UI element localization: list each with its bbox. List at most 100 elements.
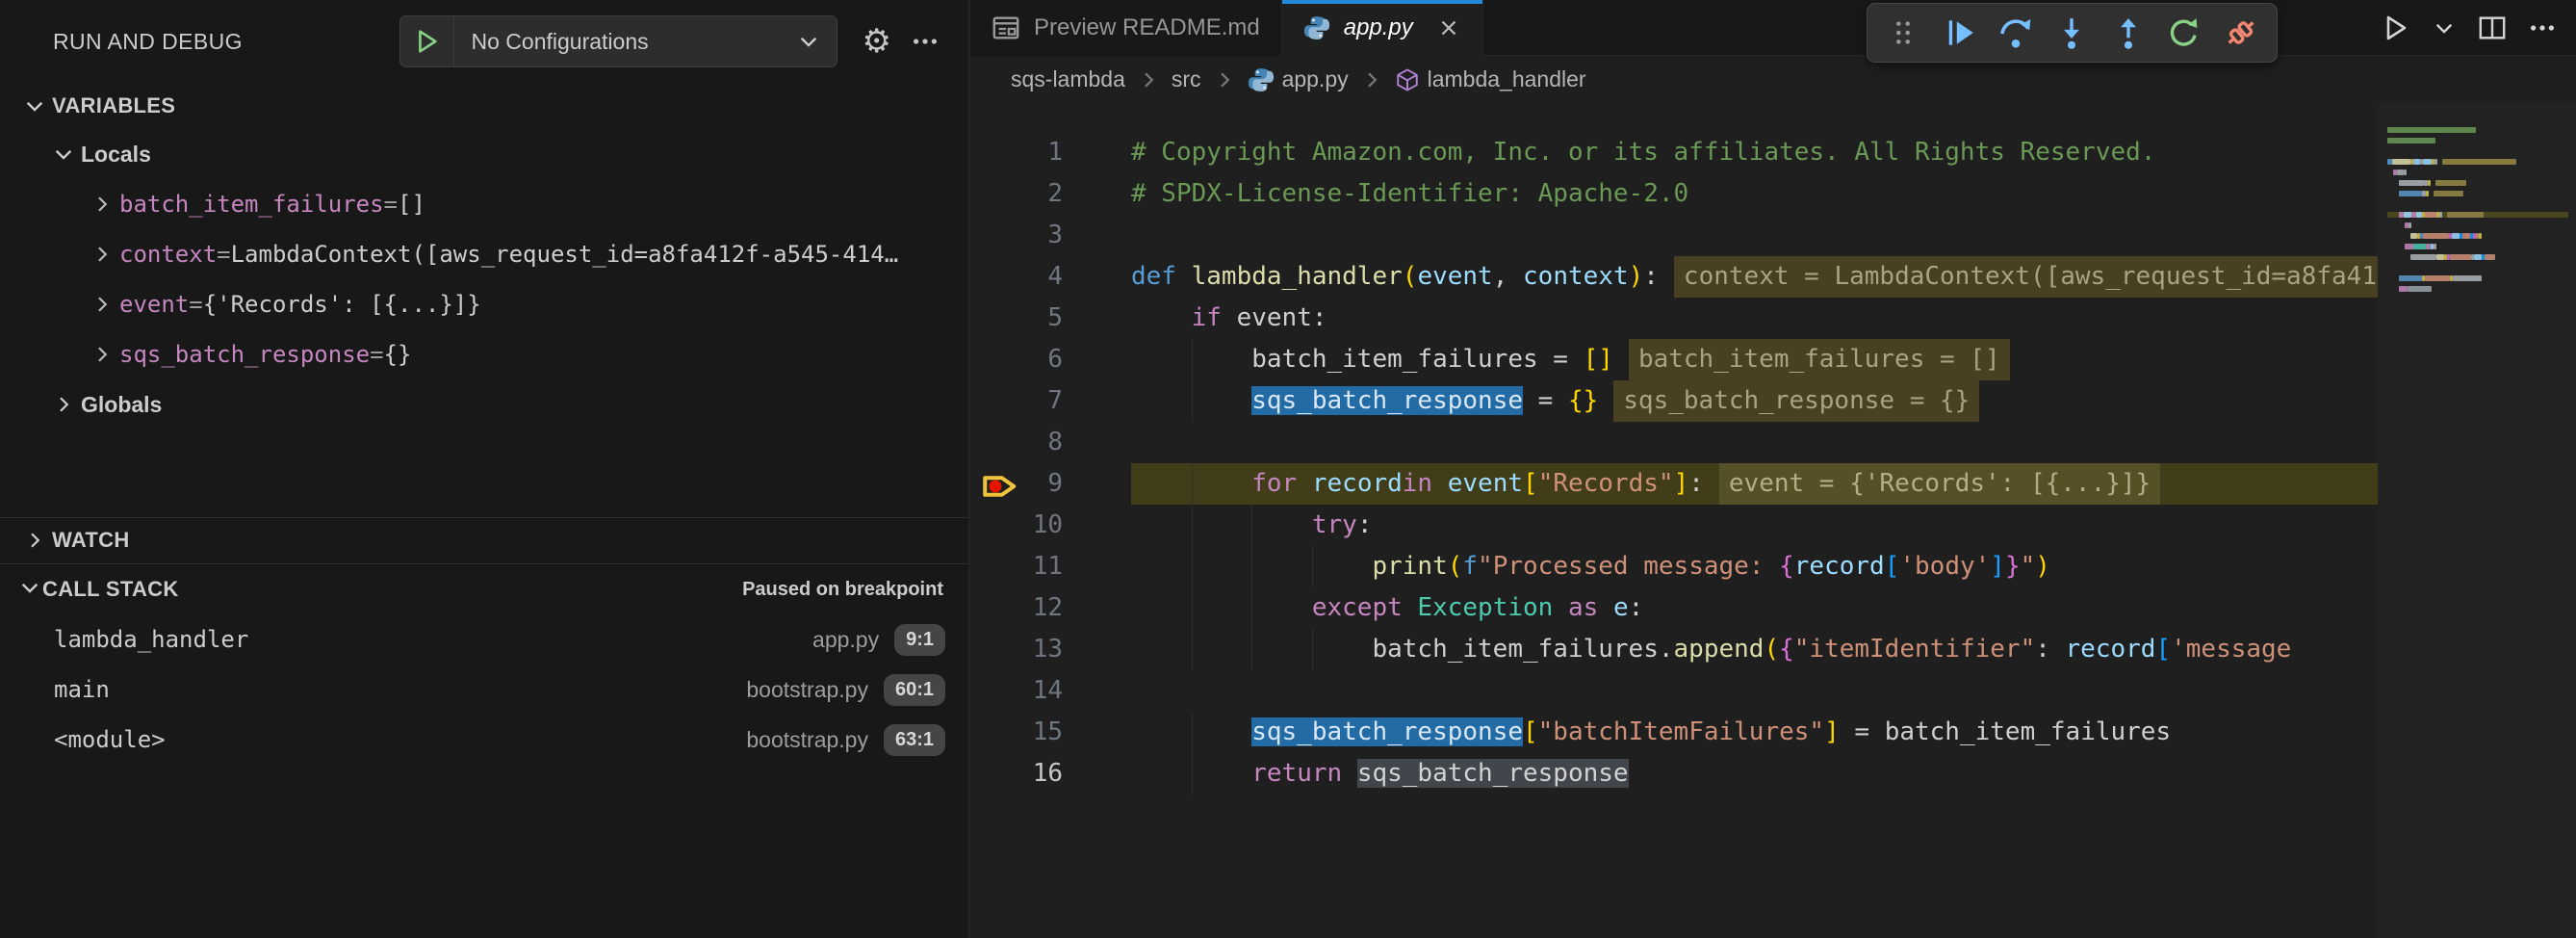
minimap-indent xyxy=(2387,286,2399,292)
split-editor-button[interactable] xyxy=(2472,8,2512,48)
indent-whitespace xyxy=(1131,303,1192,332)
gutter[interactable]: 11 xyxy=(970,546,1131,587)
code-token: event xyxy=(1448,469,1523,498)
code-line-5[interactable]: 5 if event: xyxy=(970,298,2378,339)
gutter[interactable]: 5 xyxy=(970,298,1131,339)
code-line-16[interactable]: 16 return sqs_batch_response xyxy=(970,753,2378,795)
variable-row[interactable]: batch_item_failures = [] xyxy=(0,179,968,229)
close-icon[interactable] xyxy=(1436,15,1461,40)
gutter[interactable]: 10 xyxy=(970,505,1131,546)
code-line-13[interactable]: 13 batch_item_failures.append({"itemIden… xyxy=(970,629,2378,670)
call-stack-frame[interactable]: lambda_handlerapp.py9:1 xyxy=(0,614,968,664)
gutter[interactable]: 14 xyxy=(970,670,1131,712)
gutter[interactable]: 13 xyxy=(970,629,1131,670)
disconnect-button[interactable] xyxy=(2218,10,2264,56)
line-number: 2 xyxy=(970,173,1063,215)
variable-name: event xyxy=(119,291,189,318)
gutter[interactable]: 8 xyxy=(970,422,1131,463)
minimap-token xyxy=(2452,233,2460,239)
drag-handle-button[interactable] xyxy=(1880,10,1926,56)
vscode-window: RUN AND DEBUG No Configurations ⚙ VARIAB… xyxy=(0,0,2576,938)
call-stack-frame[interactable]: <module>bootstrap.py63:1 xyxy=(0,715,968,765)
minimap-line xyxy=(2387,191,2568,196)
code-line-8[interactable]: 8 xyxy=(970,422,2378,463)
globals-group-row[interactable]: Globals xyxy=(0,379,968,430)
code-token: 'message xyxy=(2171,635,2291,664)
minimap-token xyxy=(2434,244,2436,249)
code-editor[interactable]: 1# Copyright Amazon.com, Inc. or its aff… xyxy=(970,102,2378,938)
run-python-file-button[interactable] xyxy=(2374,7,2416,49)
variable-row[interactable]: event = {'Records': [{...}]} xyxy=(0,279,968,329)
code-line-15[interactable]: 15 sqs_batch_response["batchItemFailures… xyxy=(970,712,2378,753)
breadcrumb-item-src[interactable]: src xyxy=(1172,66,1201,92)
code-token: batch_item_failures. xyxy=(1372,635,1673,664)
line-text: sqs_batch_response = {}sqs_batch_respons… xyxy=(1131,380,2378,422)
run-dropdown-button[interactable] xyxy=(2426,10,2462,46)
code-line-14[interactable]: 14 xyxy=(970,670,2378,712)
minimap-token xyxy=(2416,212,2423,218)
locals-label: Locals xyxy=(81,142,151,168)
step-out-button[interactable] xyxy=(2105,10,2151,56)
restart-button[interactable] xyxy=(2161,10,2207,56)
variables-section-header[interactable]: VARIABLES xyxy=(0,83,968,129)
line-text: # SPDX-License-Identifier: Apache-2.0 xyxy=(1131,173,2378,215)
gutter[interactable]: 2 xyxy=(970,173,1131,215)
frame-position-badge: 9:1 xyxy=(894,624,945,656)
code-line-9[interactable]: 9 for recordin event["Records"]:event = … xyxy=(970,463,2378,505)
code-token: def xyxy=(1131,262,1192,291)
breadcrumb-item-app-py[interactable]: app.py xyxy=(1248,66,1349,93)
gear-icon[interactable]: ⚙ xyxy=(863,25,891,58)
watch-section-header[interactable]: WATCH xyxy=(0,518,968,562)
gutter[interactable]: 9 xyxy=(970,463,1131,505)
gutter[interactable]: 16 xyxy=(970,753,1131,795)
debug-configuration-dropdown[interactable]: No Configurations xyxy=(399,15,837,67)
locals-group-row[interactable]: Locals xyxy=(0,129,968,179)
line-number: 16 xyxy=(970,753,1063,795)
indent-whitespace xyxy=(1131,593,1312,622)
minimap-token xyxy=(2413,244,2425,249)
code-line-6[interactable]: 6 batch_item_failures = []batch_item_fai… xyxy=(970,339,2378,380)
breadcrumb-item-lambda-handler[interactable]: lambda_handler xyxy=(1395,66,1586,92)
gutter[interactable]: 6 xyxy=(970,339,1131,380)
minimap[interactable] xyxy=(2378,102,2576,938)
gutter[interactable]: 4 xyxy=(970,256,1131,298)
code-line-7[interactable]: 7 sqs_batch_response = {}sqs_batch_respo… xyxy=(970,380,2378,422)
step-over-button[interactable] xyxy=(1993,10,2039,56)
gutter[interactable]: 3 xyxy=(970,215,1131,256)
start-debug-icon[interactable] xyxy=(400,16,454,66)
minimap-line xyxy=(2387,222,2568,228)
chevron-right-icon xyxy=(85,293,119,316)
tab-preview-readme-md[interactable]: Preview README.md xyxy=(970,0,1282,56)
ellipsis-icon[interactable] xyxy=(911,27,940,56)
code-line-3[interactable]: 3 xyxy=(970,215,2378,256)
step-into-button[interactable] xyxy=(2048,10,2095,56)
call-stack-header-label: CALL STACK xyxy=(42,577,179,602)
variable-row[interactable]: sqs_batch_response = {} xyxy=(0,329,968,379)
gutter[interactable]: 1 xyxy=(970,132,1131,173)
minimap-token xyxy=(2453,275,2482,281)
code-token: record xyxy=(1794,552,1885,581)
code-line-11[interactable]: 11 print(f"Processed message: {record['b… xyxy=(970,546,2378,587)
gutter[interactable]: 7 xyxy=(970,380,1131,422)
call-stack-frame[interactable]: mainbootstrap.py60:1 xyxy=(0,664,968,715)
code-line-12[interactable]: 12 except Exception as e: xyxy=(970,587,2378,629)
breadcrumb-label: app.py xyxy=(1282,66,1349,92)
gutter[interactable]: 12 xyxy=(970,587,1131,629)
code-token: [ xyxy=(2155,635,2171,664)
tab-app-py[interactable]: app.py xyxy=(1282,0,1483,56)
more-actions-button[interactable] xyxy=(2522,8,2563,48)
code-line-2[interactable]: 2 # SPDX-License-Identifier: Apache-2.0 xyxy=(970,173,2378,215)
line-number: 3 xyxy=(970,215,1063,256)
variable-name: batch_item_failures xyxy=(119,191,384,218)
code-line-4[interactable]: 4def lambda_handler(event, context):cont… xyxy=(970,256,2378,298)
frame-file: app.py xyxy=(812,627,894,653)
continue-button[interactable] xyxy=(1937,10,1983,56)
code-line-1[interactable]: 1# Copyright Amazon.com, Inc. or its aff… xyxy=(970,132,2378,173)
call-stack-section-header[interactable]: CALL STACK Paused on breakpoint xyxy=(0,565,968,613)
code-line-10[interactable]: 10 try: xyxy=(970,505,2378,546)
indent-guide xyxy=(1192,463,1193,505)
inline-debug-value: context = LambdaContext([aws_request_id=… xyxy=(1674,256,2378,298)
gutter[interactable]: 15 xyxy=(970,712,1131,753)
variable-row[interactable]: context = LambdaContext([aws_request_id=… xyxy=(0,229,968,279)
breadcrumb-item-sqs-lambda[interactable]: sqs-lambda xyxy=(1011,66,1125,92)
